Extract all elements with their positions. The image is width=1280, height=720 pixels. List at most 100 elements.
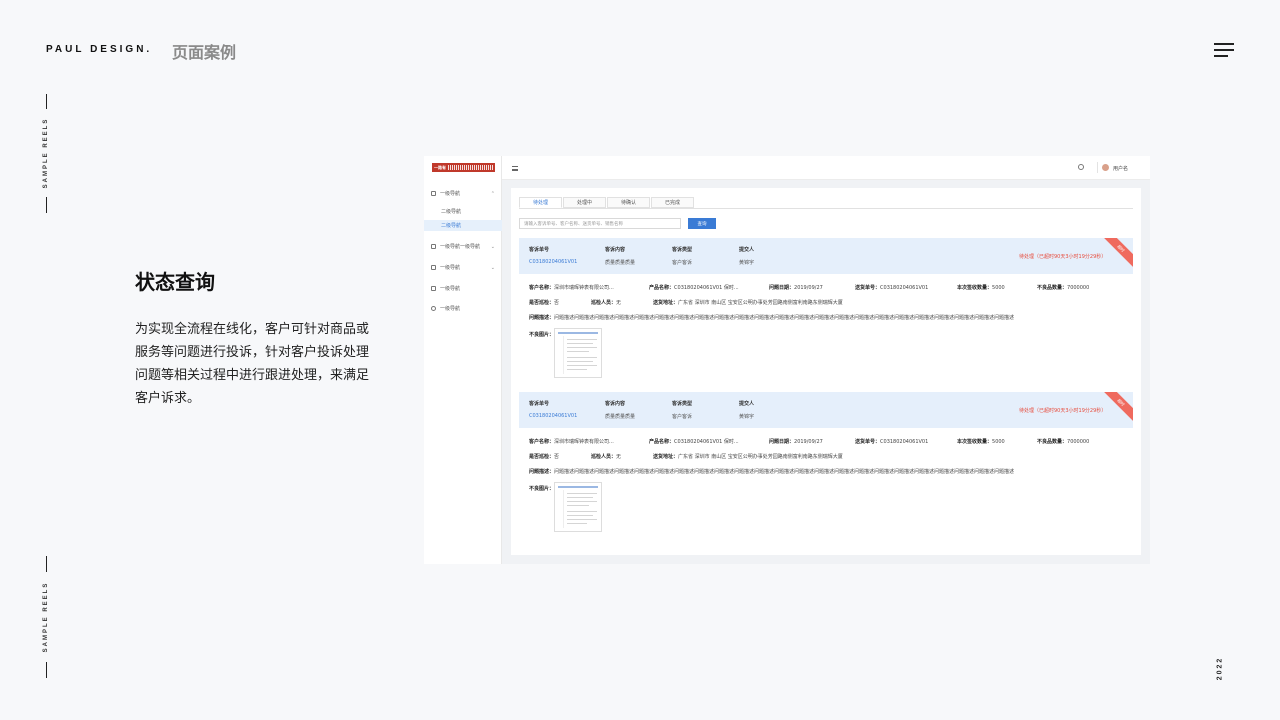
tab-confirming[interactable]: 待确认 — [607, 197, 650, 208]
divider-line — [46, 94, 47, 109]
detail-field: 本次签收数量：5000 — [957, 438, 1005, 445]
detail-key: 问题日期： — [769, 439, 795, 445]
thumb-sidebar — [558, 336, 564, 374]
col-label: 客诉内容 — [605, 401, 626, 407]
detail-field: 产品名称：C03180204061V01 保时... — [649, 438, 739, 445]
gear-icon — [431, 306, 436, 311]
chevron-down-icon: ⌄ — [490, 264, 495, 271]
sidebar-item-nav4[interactable]: 一级导航 — [424, 283, 502, 294]
search-input[interactable]: 请输入客诉单号、客户名称、送货单号、销售名称 — [519, 218, 681, 229]
complaint-card[interactable]: 客诉单号 客诉内容 客诉类型 提交人 C03180204061V01 质量质量质… — [519, 392, 1133, 537]
detail-value: 广东省 深圳市 南山区 宝安区公明办事处芳园路南侧富利南路东侧瑞辉大厦 — [678, 300, 843, 306]
col-label: 提交人 — [739, 247, 755, 253]
avatar[interactable] — [1102, 164, 1109, 171]
defect-image-label: 不良图片： — [529, 485, 554, 492]
defect-image-thumbnail[interactable] — [554, 482, 602, 532]
complaint-card[interactable]: 客诉单号 客诉内容 客诉类型 提交人 C03180204061V01 质量质量质… — [519, 238, 1133, 383]
chevron-up-icon: ⌃ — [490, 190, 495, 197]
status-text: 待处理（已超时90天3小时19分29秒） — [1019, 254, 1107, 260]
sidebar-subitem-2[interactable]: 二级导航 — [424, 220, 502, 231]
detail-key: 不良品数量： — [1037, 439, 1068, 445]
detail-value: 7000000 — [1067, 439, 1090, 445]
app-sidebar: 一路有 一级导航 ⌃ 二级导航 二级导航 一级导航一级导航 ⌄ 一级导航 ⌄ 一级导航… — [424, 156, 502, 564]
chevron-down-icon: ⌄ — [490, 243, 495, 250]
detail-value: C03180204061V01 保时... — [674, 439, 739, 445]
detail-value: C03180204061V01 保时... — [674, 285, 739, 291]
detail-value: C03180204061V01 — [880, 285, 929, 291]
col-label: 客诉单号 — [529, 247, 550, 253]
query-button[interactable]: 查询 — [688, 218, 716, 229]
detail-key: 巡检人员： — [591, 454, 617, 460]
sidebar-item-nav2[interactable]: 一级导航一级导航 ⌄ — [424, 241, 502, 252]
detail-field: 不良品数量：7000000 — [1037, 438, 1089, 445]
detail-field: 送货地址：广东省 深圳市 南山区 宝安区公明办事处芳园路南侧富利南路东侧瑞辉大厦 — [653, 299, 843, 306]
detail-field: 产品名称：C03180204061V01 保时... — [649, 284, 739, 291]
app-mockup: 一路有 一级导航 ⌃ 二级导航 二级导航 一级导航一级导航 ⌄ 一级导航 ⌄ 一级导航… — [424, 156, 1150, 564]
col-value: 质量质量质量 — [605, 260, 636, 266]
detail-field: 问题日期：2019/09/27 — [769, 284, 823, 291]
sidebar-item-label: 一级导航 — [440, 191, 461, 197]
collapse-menu-icon[interactable] — [512, 166, 518, 171]
col-label: 提交人 — [739, 401, 755, 407]
detail-key: 产品名称： — [649, 439, 675, 445]
detail-value: C03180204061V01 — [880, 439, 929, 445]
detail-field: 是否巡检：否 — [529, 299, 559, 306]
side-text-bottom: SAMPLE REELS — [43, 581, 49, 653]
divider-line — [46, 197, 47, 213]
search-icon[interactable] — [1078, 164, 1084, 170]
complaint-id-link[interactable]: C03180204061V01 — [529, 259, 577, 265]
card-header: 客诉单号 客诉内容 客诉类型 提交人 C03180204061V01 质量质量质… — [519, 392, 1133, 428]
detail-field: 不良品数量：7000000 — [1037, 284, 1089, 291]
detail-key: 是否巡检： — [529, 454, 555, 460]
detail-key: 问题描述： — [529, 315, 555, 321]
detail-field: 巡检人员：无 — [591, 299, 621, 306]
detail-key: 本次签收数量： — [957, 439, 993, 445]
menu-icon[interactable] — [1214, 43, 1234, 57]
col-value: 客户客诉 — [672, 414, 693, 420]
year-label: 2022 — [1216, 656, 1224, 681]
divider-line — [46, 662, 47, 678]
detail-key: 不良图片： — [529, 332, 555, 338]
detail-value: 7000000 — [1067, 285, 1090, 291]
detail-field: 送货单号：C03180204061V01 — [855, 284, 928, 291]
section-heading: 状态查询 — [135, 270, 215, 294]
col-value: 客户客诉 — [672, 260, 693, 266]
col-label: 客诉单号 — [529, 401, 550, 407]
main-content: 待处理 处理中 待确认 已完成 请输入客诉单号、客户名称、送货单号、销售名称 查… — [511, 188, 1141, 555]
tab-completed[interactable]: 已完成 — [651, 197, 694, 208]
defect-image-thumbnail[interactable] — [554, 328, 602, 378]
user-name[interactable]: 用户名 — [1113, 165, 1128, 172]
page-title: 页面案例 — [172, 43, 237, 62]
tab-pending[interactable]: 待处理 — [519, 197, 562, 208]
complaint-id-link[interactable]: C03180204061V01 — [529, 413, 577, 419]
col-value: 黄锦宇 — [739, 414, 755, 420]
col-value: 质量质量质量 — [605, 414, 636, 420]
defect-image-label: 不良图片： — [529, 331, 554, 338]
col-value: 黄锦宇 — [739, 260, 755, 266]
detail-field: 巡检人员：无 — [591, 453, 621, 460]
sidebar-item-nav3[interactable]: 一级导航 ⌄ — [424, 262, 502, 273]
sidebar-item-label: 一级导航一级导航 — [440, 244, 481, 250]
detail-key: 问题日期： — [769, 285, 795, 291]
sidebar-item-nav5[interactable]: 一级导航 — [424, 303, 502, 314]
app-logo: 一路有 — [432, 163, 495, 172]
problem-description: 问题描述：问题描述问题描述问题描述问题描述问题描述问题描述问题描述问题描述问题描… — [529, 468, 1014, 475]
detail-field: 送货地址：广东省 深圳市 南山区 宝安区公明办事处芳园路南侧富利南路东侧瑞辉大厦 — [653, 453, 843, 460]
home-icon — [431, 191, 436, 196]
detail-value: 广东省 深圳市 南山区 宝安区公明办事处芳园路南侧富利南路东侧瑞辉大厦 — [678, 454, 843, 460]
detail-field: 本次签收数量：5000 — [957, 284, 1005, 291]
detail-field: 是否巡检：否 — [529, 453, 559, 460]
sidebar-item-nav1[interactable]: 一级导航 ⌃ — [424, 188, 502, 199]
detail-field: 送货单号：C03180204061V01 — [855, 438, 928, 445]
card-header: 客诉单号 客诉内容 客诉类型 提交人 C03180204061V01 质量质量质… — [519, 238, 1133, 274]
tab-processing[interactable]: 处理中 — [563, 197, 606, 208]
detail-key: 送货单号： — [855, 439, 881, 445]
sidebar-subitem-1[interactable]: 二级导航 — [424, 206, 502, 217]
brand-logo: PAUL DESIGN. — [46, 44, 153, 55]
detail-key: 产品名称： — [649, 285, 675, 291]
section-description: 为实现全流程在线化，客户可针对商品或服务等问题进行投诉，针对客户投诉处理问题等相… — [135, 322, 370, 406]
sidebar-item-label: 二级导航 — [441, 223, 462, 229]
topbar-divider — [1097, 162, 1098, 173]
detail-value: 2019/09/27 — [794, 439, 823, 445]
logo-stripes — [448, 165, 493, 170]
